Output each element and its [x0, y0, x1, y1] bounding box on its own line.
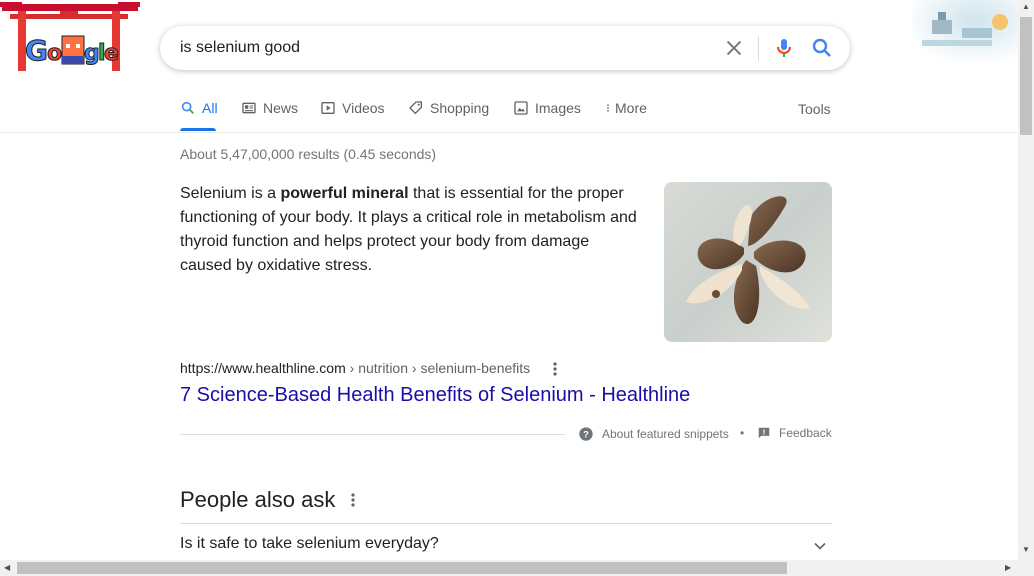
vertical-scroll-thumb[interactable] — [1020, 17, 1032, 135]
tab-label: News — [263, 100, 299, 116]
featured-snippet-image[interactable] — [664, 182, 832, 342]
about-featured-snippets-link[interactable]: ? About featured snippets — [578, 426, 729, 442]
snippet-bold-text: powerful mineral — [280, 185, 409, 202]
tab-videos[interactable]: Videos — [320, 100, 385, 116]
snippet-text-before: Selenium is a — [180, 185, 281, 202]
search-icon[interactable] — [810, 36, 834, 60]
scroll-right-arrow-icon[interactable]: ▶ — [1005, 563, 1011, 572]
cite-domain: https://www.healthline.com — [180, 360, 346, 376]
result-stats: About 5,47,00,000 results (0.45 seconds) — [180, 146, 437, 162]
doodle-background-art — [912, 0, 1018, 66]
news-icon — [242, 102, 256, 114]
paa-divider — [180, 523, 832, 524]
about-snippets-label: About featured snippets — [602, 427, 729, 441]
separator-dot: • — [740, 426, 745, 440]
scroll-up-arrow-icon[interactable]: ▲ — [1022, 2, 1030, 11]
people-also-ask-title: People also ask — [180, 487, 336, 512]
tab-images[interactable]: Images — [513, 100, 581, 116]
result-title-link[interactable]: 7 Science-Based Health Benefits of Selen… — [180, 384, 690, 407]
tag-icon — [409, 101, 422, 115]
svg-text:G: G — [25, 34, 48, 67]
chevron-down-icon[interactable] — [810, 536, 830, 556]
tab-all[interactable]: All — [180, 100, 218, 116]
svg-text:?: ? — [583, 429, 589, 439]
paa-menu-icon[interactable] — [345, 490, 361, 510]
scroll-left-arrow-icon[interactable]: ◀ — [4, 563, 10, 572]
search-box[interactable]: is selenium good — [160, 26, 850, 70]
clear-icon[interactable] — [723, 37, 745, 59]
video-icon — [321, 102, 335, 114]
svg-text:o: o — [47, 41, 62, 66]
more-vert-icon — [607, 104, 609, 112]
svg-text:e: e — [104, 41, 119, 66]
tabs-divider — [0, 132, 1018, 133]
feedback-icon — [758, 427, 770, 439]
tab-label: Shopping — [430, 100, 490, 116]
image-icon — [514, 101, 528, 115]
scroll-down-arrow-icon[interactable]: ▼ — [1022, 545, 1030, 554]
result-cite[interactable]: https://www.healthline.com › nutrition ›… — [180, 360, 530, 376]
microphone-icon[interactable] — [772, 36, 796, 60]
feedback-label: Feedback — [779, 426, 832, 440]
tab-label: All — [202, 100, 218, 116]
tab-label: More — [615, 100, 647, 116]
horizontal-scroll-thumb[interactable] — [17, 562, 787, 574]
tab-news[interactable]: News — [241, 100, 298, 116]
tab-more[interactable]: More — [603, 100, 647, 116]
tab-label: Images — [535, 100, 581, 116]
searchbox-divider — [758, 36, 759, 61]
google-doodle-logo[interactable]: G o g l e — [0, 0, 140, 80]
featured-snippet-text: Selenium is a powerful mineral that is e… — [180, 182, 645, 278]
cite-breadcrumb: › nutrition › selenium-benefits — [345, 360, 531, 376]
featured-snippet-divider — [180, 434, 565, 435]
result-menu-icon[interactable] — [547, 360, 563, 378]
tools-button[interactable]: Tools — [798, 101, 831, 117]
feedback-link[interactable]: Feedback — [757, 426, 832, 440]
help-icon: ? — [579, 427, 593, 441]
search-input[interactable]: is selenium good — [180, 39, 300, 57]
tab-label: Videos — [342, 100, 385, 116]
tab-shopping[interactable]: Shopping — [408, 100, 489, 116]
active-tab-indicator — [180, 128, 216, 131]
search-icon — [181, 101, 194, 114]
paa-question[interactable]: Is it safe to take selenium everyday? — [180, 535, 439, 553]
